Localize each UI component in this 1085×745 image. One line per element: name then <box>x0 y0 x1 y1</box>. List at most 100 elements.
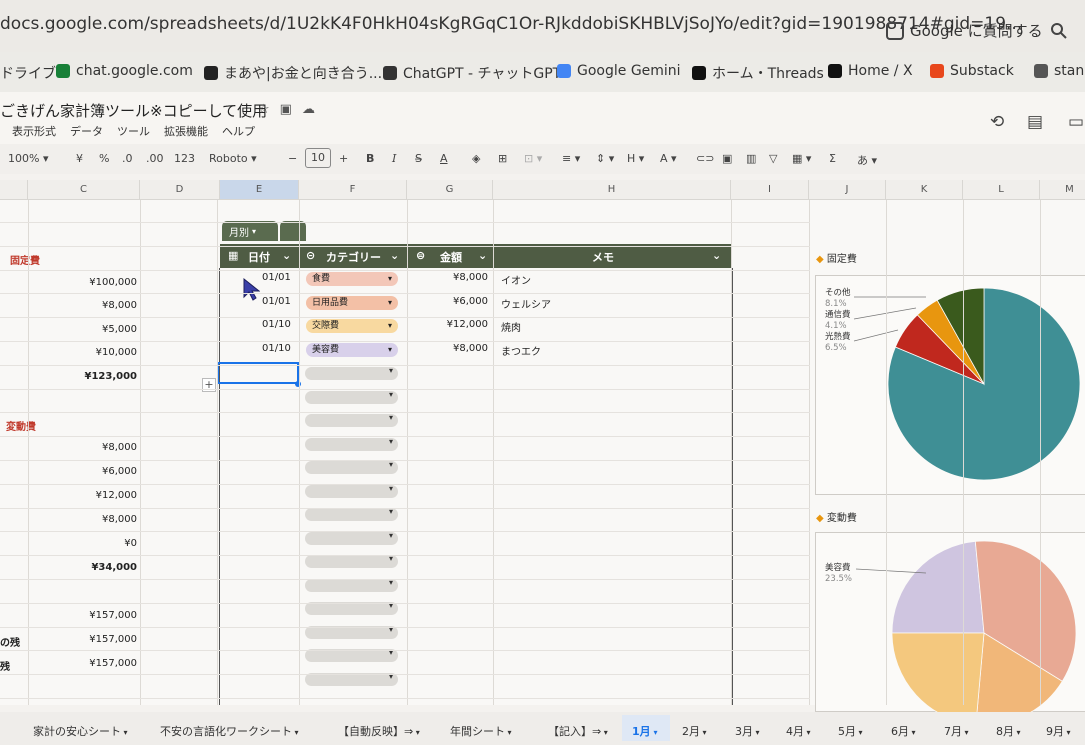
chevron-down-icon[interactable]: ▾ <box>909 728 916 737</box>
empty-category-dropdown[interactable]: ▾ <box>305 578 398 592</box>
merge-cells-icon[interactable]: ⊡ ▾ <box>524 152 542 165</box>
doc-title[interactable]: ごきげん家計簿ツール※コピーして使用 <box>0 100 267 121</box>
insert-chart-icon[interactable]: ▥ <box>746 152 756 165</box>
category-chip[interactable]: 美容費 ▾ <box>306 343 398 357</box>
cell-amount[interactable]: ¥12,000 <box>410 319 488 330</box>
column-header-c[interactable]: C <box>28 180 140 200</box>
ask-google-button[interactable]: Google に質問する <box>886 20 1043 41</box>
cell-amount[interactable]: ¥8,000 <box>410 272 488 283</box>
bookmark-item[interactable]: Substack <box>930 63 1014 79</box>
sheet-tab[interactable]: 【記入】⇒ ▾ <box>548 723 608 739</box>
bookmark-item[interactable]: まあや|お金と向き合う... <box>204 63 382 83</box>
category-chip[interactable]: 日用品費 ▾ <box>306 296 398 310</box>
chevron-down-icon[interactable]: ▾ <box>292 728 299 737</box>
chevron-down-icon[interactable]: ▾ <box>856 728 863 737</box>
sheet-tab[interactable]: 9月 ▾ <box>1046 723 1071 739</box>
sheet-tab[interactable]: 7月 ▾ <box>944 723 969 739</box>
strikethrough-icon[interactable]: S̶ <box>415 152 422 165</box>
cloud-status-icon[interactable]: ☁ <box>302 102 315 117</box>
empty-category-dropdown[interactable]: ▾ <box>305 507 398 521</box>
table-view-tab[interactable]: 月別 ▾ <box>222 221 278 241</box>
bookmark-item[interactable]: stand. <box>1034 63 1085 79</box>
empty-category-dropdown[interactable]: ▾ <box>305 554 398 568</box>
empty-category-dropdown[interactable]: ▾ <box>305 366 398 380</box>
url-text[interactable]: docs.google.com/spreadsheets/d/1U2kK4F0H… <box>0 14 1022 34</box>
header-date[interactable]: 日付 <box>248 249 270 265</box>
spreadsheet-grid[interactable]: C D E F G H I J K L M 固定費 ¥100,000 ¥8,00… <box>0 180 1085 726</box>
category-chip[interactable]: 食費 ▾ <box>306 272 398 286</box>
sheet-tab[interactable]: 4月 ▾ <box>786 723 811 739</box>
italic-button[interactable]: I <box>392 152 396 165</box>
menu-item[interactable]: 表示形式 <box>12 123 56 139</box>
cell-amount[interactable]: ¥6,000 <box>410 296 488 307</box>
zoom-select[interactable]: 100% ▾ <box>8 152 48 165</box>
column-header-g[interactable]: G <box>407 180 493 200</box>
menu-item[interactable]: 拡張機能 <box>164 123 208 139</box>
column-header-e[interactable]: E <box>220 180 299 200</box>
functions-button[interactable]: Σ <box>829 152 836 165</box>
text-wrap-icon[interactable]: H ▾ <box>627 152 644 165</box>
column-header-f[interactable]: F <box>299 180 407 200</box>
sheet-tab[interactable]: 家計の安心シート ▾ <box>33 723 128 739</box>
empty-category-dropdown[interactable]: ▾ <box>305 531 398 545</box>
column-header-b[interactable] <box>0 180 28 200</box>
sheet-tab[interactable]: 3月 ▾ <box>735 723 760 739</box>
bookmark-item[interactable]: Home / X <box>828 63 913 79</box>
chevron-down-icon[interactable]: ▾ <box>651 728 657 737</box>
sheet-tab[interactable]: 【自動反映】⇒ ▾ <box>338 723 420 739</box>
star-icon[interactable]: ☆ <box>258 102 270 117</box>
chevron-down-icon[interactable]: ▾ <box>700 728 707 737</box>
chevron-down-icon[interactable]: ▾ <box>121 728 128 737</box>
bookmark-item[interactable]: ドライブ <box>0 63 56 83</box>
bold-button[interactable]: B <box>366 152 374 165</box>
cell-date[interactable]: 01/10 <box>262 319 291 330</box>
move-folder-icon[interactable]: ▣ <box>280 102 292 117</box>
cell-memo[interactable]: 焼肉 <box>501 319 521 334</box>
chevron-down-icon[interactable]: ▾ <box>1064 728 1071 737</box>
menu-item[interactable]: データ <box>70 123 103 139</box>
empty-category-dropdown[interactable]: ▾ <box>305 437 398 451</box>
search-icon[interactable] <box>1050 22 1068 40</box>
comments-icon[interactable]: ▤ <box>1027 112 1043 132</box>
filter-views-icon[interactable]: ▦ ▾ <box>792 152 811 165</box>
borders-icon[interactable]: ⊞ <box>498 152 507 165</box>
bookmark-item[interactable]: ChatGPT - チャットGPT <box>383 63 561 83</box>
pie-slice[interactable] <box>891 632 985 726</box>
sheet-tab[interactable]: 1月 ▾ <box>632 723 657 739</box>
chevron-down-icon[interactable]: ▾ <box>601 728 608 737</box>
bookmark-item[interactable]: chat.google.com <box>56 63 193 79</box>
increase-decimal-button[interactable]: .00 <box>146 152 164 165</box>
text-rotation-icon[interactable]: A ▾ <box>660 152 677 165</box>
header-category[interactable]: カテゴリー <box>326 249 381 265</box>
cell-date[interactable]: 01/10 <box>262 343 291 354</box>
header-memo[interactable]: メモ <box>592 249 614 265</box>
chevron-down-icon[interactable]: ⌄ <box>390 249 399 262</box>
cell-memo[interactable]: まつエク <box>501 343 541 358</box>
empty-category-dropdown[interactable]: ▾ <box>305 460 398 474</box>
chevron-down-icon[interactable]: ⌄ <box>478 249 487 262</box>
column-header-d[interactable]: D <box>140 180 220 200</box>
bookmark-item[interactable]: Google Gemini <box>557 63 681 79</box>
horizontal-align-icon[interactable]: ≡ ▾ <box>562 152 580 165</box>
chevron-down-icon[interactable]: ▾ <box>1014 728 1021 737</box>
chevron-down-icon[interactable]: ▾ <box>753 728 760 737</box>
chevron-down-icon[interactable]: ⌄ <box>282 249 291 262</box>
dropdown-arrow-icon[interactable]: ▾ <box>388 272 392 286</box>
column-header-k[interactable]: K <box>886 180 963 200</box>
percent-format-button[interactable]: % <box>99 152 109 165</box>
menu-item[interactable]: ヘルプ <box>222 123 255 139</box>
address-bar[interactable]: docs.google.com/spreadsheets/d/1U2kK4F0H… <box>0 0 1085 52</box>
font-size-increase-button[interactable]: + <box>339 152 348 165</box>
sheet-tab[interactable]: 8月 ▾ <box>996 723 1021 739</box>
column-header-l[interactable]: L <box>963 180 1040 200</box>
vertical-align-icon[interactable]: ⇕ ▾ <box>596 152 614 165</box>
column-header-m[interactable]: M <box>1040 180 1085 200</box>
dropdown-arrow-icon[interactable]: ▾ <box>388 319 392 333</box>
decrease-decimal-button[interactable]: .0 <box>122 152 133 165</box>
empty-category-dropdown[interactable]: ▾ <box>305 413 398 427</box>
category-chip[interactable]: 交際費 ▾ <box>306 319 398 333</box>
font-select[interactable]: Roboto ▾ <box>209 152 257 165</box>
sheet-tab[interactable]: 不安の言語化ワークシート ▾ <box>160 723 299 739</box>
sheet-tab[interactable]: 2月 ▾ <box>682 723 707 739</box>
header-amount[interactable]: 金額 <box>440 249 462 265</box>
